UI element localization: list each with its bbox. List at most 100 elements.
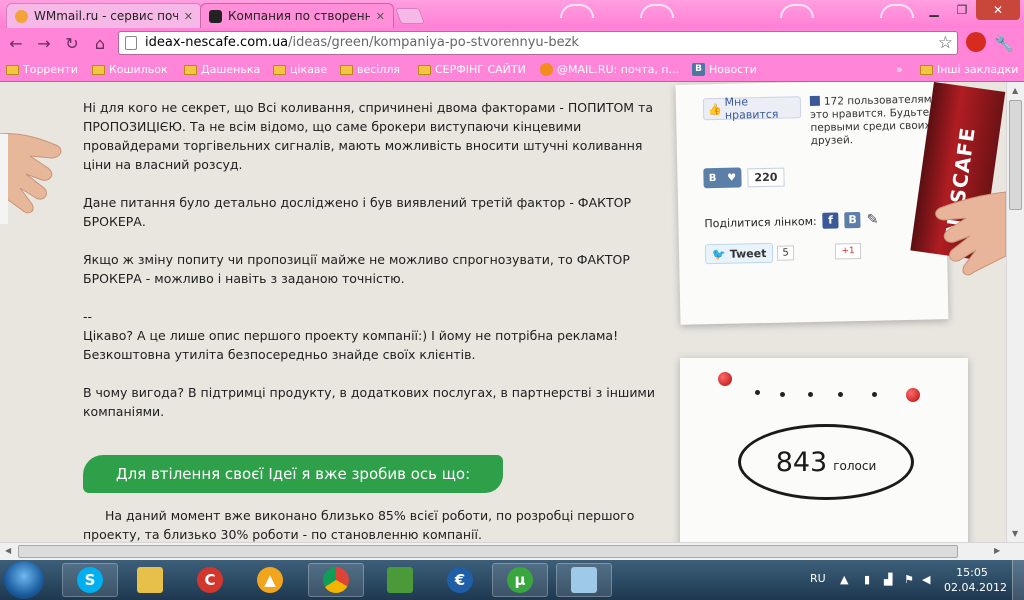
vk-like-button[interactable]: B ♥ <box>703 167 742 189</box>
bookmark-surfing-sites[interactable]: СЕРФІНГ САЙТИ <box>418 63 526 76</box>
pencil-icon[interactable]: ✎ <box>866 212 878 228</box>
taskbar-explorer[interactable] <box>122 563 178 597</box>
show-desktop-button[interactable] <box>1012 560 1024 600</box>
wrench-menu-icon[interactable]: 🔧 <box>994 33 1014 53</box>
cloud-decoration-icon <box>640 4 674 18</box>
hand-illustration-icon <box>935 191 1006 276</box>
vk-icon: B <box>692 63 705 76</box>
maximize-button[interactable]: ❐ <box>948 0 976 20</box>
tab-wmmail[interactable]: WMmail.ru - сервис почто ✕ <box>6 3 202 28</box>
bookmark-news[interactable]: B Новости <box>692 63 757 76</box>
horizontal-scroll-thumb[interactable] <box>18 545 958 558</box>
bookmark-star-icon[interactable]: ☆ <box>938 33 953 53</box>
address-bar[interactable]: ideax-nescafe.com.ua/ideas/green/kompani… <box>118 31 958 55</box>
page-icon <box>125 36 137 50</box>
title-bar: WMmail.ru - сервис почто ✕ Компания по с… <box>0 0 1024 28</box>
bookmarks-bar: Торренти Кошильок Дашенька цікаве весілл… <box>0 58 1024 82</box>
article-body: Ні для кого не секрет, що Всі коливання,… <box>83 98 658 440</box>
taskbar-app-e[interactable]: € <box>432 563 488 597</box>
tweet-count: 5 <box>777 244 794 261</box>
heart-icon: ♥ <box>727 172 737 184</box>
clock-time: 15:05 <box>956 566 988 579</box>
cat-favicon-icon <box>209 9 222 23</box>
progress-paragraph: На даний момент вже виконано близько 85%… <box>83 508 635 542</box>
other-bookmarks[interactable]: Інші закладки <box>920 63 1018 76</box>
taskbar-aimp[interactable]: ▲ <box>242 563 298 597</box>
dot-icon <box>808 392 813 397</box>
tab-close-icon[interactable]: ✕ <box>376 10 385 23</box>
thumbs-up-icon: 👍 <box>707 102 722 116</box>
bookmark-wedding[interactable]: весілля <box>340 63 400 76</box>
bookmark-dashenka[interactable]: Дашенька <box>184 63 260 76</box>
windows-taskbar: S C ▲ € µ RU ▲ ▮ ▟ ⚑ ◀ 15:05 02.04.2012 <box>0 560 1024 600</box>
mail-ru-icon <box>540 63 553 76</box>
dot-icon <box>838 392 843 397</box>
scroll-up-icon[interactable]: ▲ <box>1012 86 1018 95</box>
taskbar-utorrent[interactable]: µ <box>492 563 548 597</box>
article-separator: -- <box>83 309 93 324</box>
horizontal-scrollbar[interactable]: ◀ ▶ <box>0 542 1024 560</box>
bookmarks-overflow-icon[interactable]: » <box>896 63 903 76</box>
taskbar-skype[interactable]: S <box>62 563 118 597</box>
minimize-button[interactable]: ▁ <box>920 0 948 20</box>
scroll-down-icon[interactable]: ▼ <box>1012 529 1018 538</box>
taskbar-ccleaner[interactable]: C <box>182 563 238 597</box>
tray-expand-icon[interactable]: ▲ <box>840 573 852 587</box>
dot-icon <box>755 390 760 395</box>
home-icon[interactable]: ⌂ <box>90 33 110 53</box>
volume-icon[interactable]: ◀ <box>922 573 934 587</box>
bookmark-mail-ru[interactable]: @MAIL.RU: почта, п... <box>540 63 679 76</box>
start-button[interactable] <box>4 561 44 599</box>
share-links: Поділитися лінком: f B ✎ <box>704 211 879 230</box>
tab-label: WMmail.ru - сервис почто <box>34 9 178 23</box>
back-arrow-icon[interactable]: ← <box>6 33 26 53</box>
scroll-right-icon[interactable]: ▶ <box>994 546 1000 555</box>
folder-icon <box>184 64 197 75</box>
taskbar-chrome[interactable] <box>308 563 364 597</box>
tab-ideax[interactable]: Компания по створенню бі ✕ <box>200 3 394 28</box>
folder-icon <box>920 64 933 75</box>
article-paragraph: Дане питання було детально досліджено і … <box>83 195 632 229</box>
tab-close-icon[interactable]: ✕ <box>184 10 193 23</box>
red-pin-icon <box>718 372 732 386</box>
bookmark-wallet[interactable]: Кошильок <box>92 63 168 76</box>
reload-icon[interactable]: ↻ <box>62 33 82 53</box>
utorrent-icon: µ <box>507 567 533 593</box>
new-tab-button[interactable] <box>395 8 425 24</box>
forward-arrow-icon[interactable]: → <box>34 33 54 53</box>
cloud-decoration-icon <box>880 4 914 18</box>
article-paragraph: В чому вигода? В підтримці продукту, в д… <box>83 385 655 419</box>
e-app-icon: € <box>447 567 473 593</box>
facebook-share-icon[interactable]: f <box>822 212 839 229</box>
battery-icon[interactable]: ▮ <box>864 573 876 587</box>
vertical-scrollbar[interactable]: ▲ ▼ <box>1006 82 1024 542</box>
adblock-extension-icon[interactable] <box>966 32 986 52</box>
scroll-left-icon[interactable]: ◀ <box>5 546 11 555</box>
dot-icon <box>780 392 785 397</box>
system-clock[interactable]: 15:05 02.04.2012 <box>944 565 1007 595</box>
vk-share-icon[interactable]: B <box>844 211 861 229</box>
google-plus-button[interactable]: +1 <box>834 242 862 260</box>
taskbar-app-green[interactable] <box>372 563 428 597</box>
aimp-icon: ▲ <box>257 567 283 593</box>
network-icon[interactable]: ▟ <box>884 573 896 587</box>
browser-toolbar: ← → ↻ ⌂ ideax-nescafe.com.ua/ideas/green… <box>0 28 1024 58</box>
vertical-scroll-thumb[interactable] <box>1009 100 1022 210</box>
close-window-button[interactable]: ✕ <box>976 0 1020 20</box>
taskbar-notepad[interactable] <box>556 563 612 597</box>
facebook-icon <box>809 95 820 107</box>
flag-icon[interactable]: ⚑ <box>904 573 916 587</box>
vote-counter[interactable]: 843 голоси <box>738 424 914 500</box>
tweet-button[interactable]: 🐦 Tweet <box>704 242 774 265</box>
facebook-like-button[interactable]: 👍 Мне нравится <box>702 95 802 122</box>
clock-date: 02.04.2012 <box>944 581 1007 594</box>
bookmark-torrents[interactable]: Торренти <box>6 63 78 76</box>
dot-icon <box>872 392 877 397</box>
tab-label: Компания по створенню бі <box>228 9 370 23</box>
votes-card: 843 голоси <box>680 358 968 542</box>
article-paragraph: Якщо ж зміну попиту чи пропозиції майже … <box>83 252 630 286</box>
folder-icon <box>92 64 105 75</box>
language-indicator[interactable]: RU <box>810 572 826 585</box>
bookmark-interesting[interactable]: цікаве <box>273 63 327 76</box>
folder-icon <box>137 567 163 593</box>
